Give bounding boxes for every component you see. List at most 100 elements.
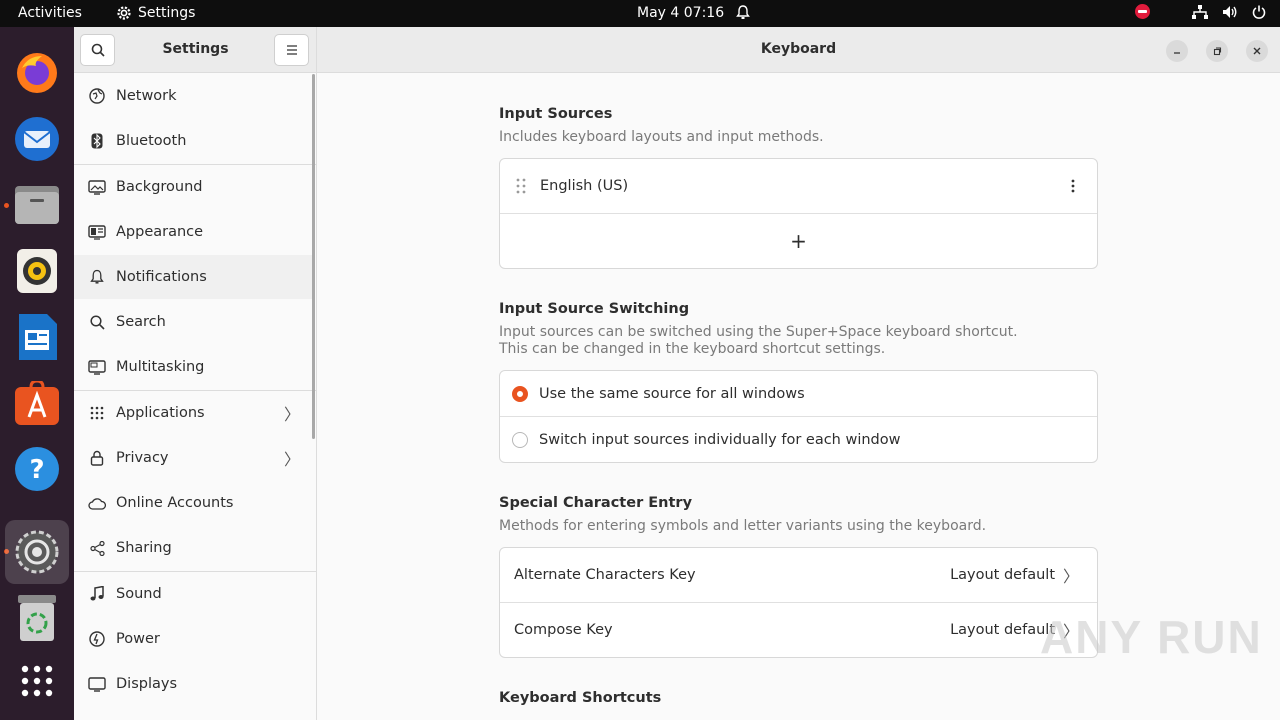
sidebar-item-network[interactable]: Network — [74, 74, 312, 118]
main-menu-button[interactable] — [274, 34, 309, 66]
radio-individual-source[interactable]: Switch input sources individually for ea… — [500, 417, 1097, 462]
settings-sidebar: Settings Network Bluetooth Background Ap… — [74, 27, 317, 720]
thunderbird-icon[interactable] — [11, 113, 63, 165]
activities-button[interactable]: Activities — [18, 5, 82, 21]
sidebar-item-label: Background — [116, 179, 203, 195]
sidebar-header: Settings — [74, 27, 316, 73]
sidebar-item-background[interactable]: Background — [74, 165, 312, 209]
sidebar-item-label: Search — [116, 314, 166, 330]
notification-bell-icon[interactable] — [736, 5, 750, 24]
chevron-right-icon: 〉 — [283, 405, 300, 424]
add-icon: + — [790, 229, 807, 253]
dock: ? — [0, 27, 74, 720]
sidebar-item-appearance[interactable]: Appearance — [74, 210, 312, 254]
chevron-right-icon: 〉 — [1062, 567, 1079, 586]
sidebar-item-label: Sound — [116, 586, 162, 602]
main-header: Keyboard — [317, 27, 1280, 73]
sidebar-item-label: Bluetooth — [116, 133, 187, 149]
add-input-source-button[interactable]: + — [500, 214, 1097, 268]
sidebar-item-label: Notifications — [116, 269, 207, 285]
files-icon[interactable] — [11, 179, 63, 231]
sidebar-item-sharing[interactable]: Sharing — [74, 526, 312, 570]
sidebar-item-label: Network — [116, 88, 177, 104]
music-note-icon — [88, 585, 106, 603]
sidebar-item-label: Privacy — [116, 450, 169, 466]
sidebar-item-label: Multitasking — [116, 359, 205, 375]
sidebar-item-label: Appearance — [116, 224, 204, 240]
radio-unselected[interactable] — [512, 431, 528, 448]
watermark-logo: ANY RUN — [1040, 611, 1263, 663]
show-apps-icon[interactable] — [11, 655, 63, 707]
sidebar-item-applications[interactable]: Applications 〉 — [74, 391, 312, 435]
trash-icon[interactable] — [11, 592, 63, 644]
radio-label: Use the same source for all windows — [539, 385, 805, 402]
minimize-icon — [1174, 52, 1180, 54]
radio-label: Switch input sources individually for ea… — [539, 431, 901, 448]
special-entry-desc: Methods for entering symbols and letter … — [499, 518, 987, 534]
sidebar-scrollbar[interactable] — [312, 74, 315, 439]
alternate-characters-row[interactable]: Alternate Characters Key Layout default … — [500, 548, 1097, 602]
more-options-icon[interactable] — [1071, 179, 1075, 193]
restore-icon — [1213, 47, 1222, 56]
sidebar-item-label: Power — [116, 631, 160, 647]
hamburger-icon — [286, 45, 297, 55]
rhythmbox-icon[interactable] — [11, 245, 63, 297]
switching-desc-1: Input sources can be switched using the … — [499, 324, 1018, 340]
sidebar-item-label: Displays — [116, 676, 178, 692]
clock[interactable]: May 4 07:16 — [637, 5, 724, 21]
sidebar-item-search[interactable]: Search — [74, 300, 312, 344]
close-button[interactable] — [1246, 40, 1268, 62]
sidebar-item-label: Online Accounts — [116, 495, 234, 511]
network-wired-icon — [1192, 4, 1208, 19]
firefox-icon[interactable] — [11, 47, 63, 99]
top-bar: Activities Settings May 4 07:16 — [0, 0, 1280, 27]
sidebar-item-notifications[interactable]: Notifications — [74, 255, 312, 299]
compose-key-label: Compose Key — [514, 622, 613, 638]
drag-handle-icon[interactable] — [516, 178, 526, 194]
app-menu[interactable]: Settings — [116, 5, 195, 21]
sidebar-item-label: Sharing — [116, 540, 172, 556]
switching-title: Input Source Switching — [499, 301, 690, 317]
power-icon — [1252, 5, 1266, 19]
sidebar-item-displays[interactable]: Displays — [74, 662, 312, 706]
sidebar-item-privacy[interactable]: Privacy 〉 — [74, 436, 312, 480]
special-entry-title: Special Character Entry — [499, 495, 693, 511]
background-icon — [88, 178, 106, 196]
appearance-icon — [88, 223, 106, 241]
minimize-button[interactable] — [1166, 40, 1188, 62]
special-entry-card: Alternate Characters Key Layout default … — [499, 547, 1098, 658]
power-icon — [88, 630, 106, 648]
apps-grid-icon — [88, 404, 106, 422]
app-menu-label: Settings — [138, 5, 196, 21]
sidebar-item-label: Applications — [116, 405, 205, 421]
help-icon[interactable]: ? — [11, 443, 63, 495]
keyboard-shortcuts-title: Keyboard Shortcuts — [499, 690, 662, 706]
search-icon — [88, 313, 106, 331]
sidebar-item-sound[interactable]: Sound — [74, 572, 312, 616]
recording-stop-icon[interactable] — [1135, 4, 1150, 19]
settings-icon[interactable] — [5, 520, 69, 584]
radio-selected[interactable] — [512, 385, 528, 402]
bluetooth-icon — [88, 132, 106, 150]
sidebar-item-multitasking[interactable]: Multitasking — [74, 345, 312, 389]
gear-icon — [117, 6, 131, 20]
sidebar-item-online-accounts[interactable]: Online Accounts — [74, 481, 312, 525]
input-sources-card: English (US) + — [499, 158, 1098, 269]
app-center-icon[interactable] — [11, 377, 63, 429]
compose-key-row[interactable]: Compose Key Layout default 〉 — [500, 603, 1097, 657]
sidebar-item-power[interactable]: Power — [74, 617, 312, 661]
bell-icon — [88, 268, 106, 286]
svg-text:?: ? — [29, 455, 44, 485]
alternate-characters-value: Layout default — [950, 567, 1055, 583]
maximize-button[interactable] — [1206, 40, 1228, 62]
network-icon — [88, 87, 106, 105]
input-source-label: English (US) — [540, 178, 629, 194]
input-sources-desc: Includes keyboard layouts and input meth… — [499, 129, 824, 145]
system-tray[interactable] — [1135, 4, 1266, 19]
alternate-characters-label: Alternate Characters Key — [514, 567, 696, 583]
input-source-row[interactable]: English (US) — [500, 159, 1097, 213]
page-title: Keyboard — [760, 41, 837, 57]
radio-same-source[interactable]: Use the same source for all windows — [500, 371, 1097, 416]
writer-icon[interactable] — [11, 311, 63, 363]
sidebar-item-bluetooth[interactable]: Bluetooth — [74, 119, 312, 163]
